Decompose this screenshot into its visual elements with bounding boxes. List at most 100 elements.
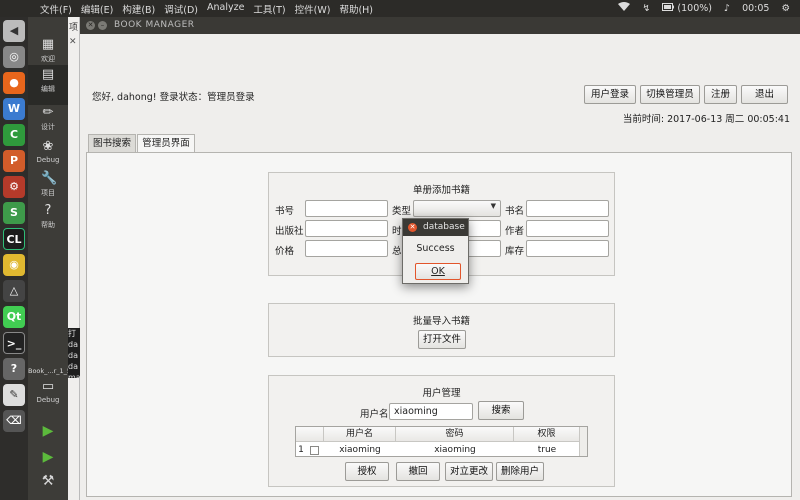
time-label: 时 <box>392 226 402 237</box>
column-header-permission[interactable]: 权限 <box>514 427 580 442</box>
menu-debug[interactable]: 调试(D) <box>164 2 198 16</box>
menu-tools[interactable]: 工具(T) <box>253 2 285 16</box>
add-book-title: 单册添加书籍 <box>412 185 470 196</box>
user-table[interactable]: 用户名 密码 权限 1 xiaoming xiaoming true <box>295 426 588 457</box>
project-name: Book_...r_1_5 <box>28 367 68 375</box>
user-management-group: 用户管理 用户名 xiaoming 搜索 用户名 密码 权限 1 xiaomin… <box>268 375 615 487</box>
register-button[interactable]: 注册 <box>704 85 737 104</box>
clion-icon[interactable]: CL <box>3 228 25 250</box>
exit-button[interactable]: 退出 <box>741 85 788 104</box>
cell-username[interactable]: xiaoming <box>324 443 396 456</box>
mode-label: Debug <box>36 156 60 164</box>
software-icon[interactable]: S <box>3 202 25 224</box>
dialog-message: Success <box>416 243 455 254</box>
mode-help[interactable]: ? 帮助 <box>28 201 68 241</box>
editor-icon[interactable]: ✎ <box>3 384 25 406</box>
mode-label: 设计 <box>41 123 55 131</box>
table-scrollbar[interactable] <box>579 427 587 456</box>
isbn-label: 书号 <box>275 206 295 217</box>
chevron-down-icon: ▼ <box>490 202 496 210</box>
volume-icon[interactable]: ♪ <box>724 3 730 14</box>
run-icon[interactable]: ▶ <box>36 423 60 445</box>
menu-widgets[interactable]: 控件(W) <box>295 2 331 16</box>
debug-run-icon[interactable]: ▶ <box>36 449 60 471</box>
open-file-button[interactable]: 打开文件 <box>418 330 466 349</box>
question-icon: ? <box>44 203 52 218</box>
book-name-field[interactable] <box>526 200 609 217</box>
user-login-button[interactable]: 用户登录 <box>584 85 636 104</box>
clock[interactable]: 00:05 <box>742 3 769 14</box>
cell-permission[interactable]: true <box>514 443 580 456</box>
panel-close-icon[interactable]: ✕ <box>69 37 77 47</box>
output-line: 打 <box>68 329 76 338</box>
price-field[interactable] <box>305 240 388 257</box>
impress-icon[interactable]: P <box>3 150 25 172</box>
window-title: BOOK MANAGER <box>114 20 195 30</box>
column-header-password[interactable]: 密码 <box>396 427 514 442</box>
panel-label: 项 <box>69 23 79 33</box>
writer-icon[interactable]: W <box>3 98 25 120</box>
help-icon[interactable]: ? <box>3 358 25 380</box>
menu-file[interactable]: 文件(F) <box>40 2 72 16</box>
firefox-icon[interactable]: ● <box>3 72 25 94</box>
apply-changes-button[interactable]: 对立更改 <box>445 462 493 481</box>
dash-icon[interactable]: ◀ <box>3 20 25 42</box>
delete-user-button[interactable]: 删除用户 <box>496 462 544 481</box>
bluetooth-icon[interactable]: ↯ <box>642 3 650 14</box>
launcher: ◀ ◎ ● W C P ⚙ S CL ◉ △ Qt >_ ? ✎ ⌫ <box>0 17 28 500</box>
grant-button[interactable]: 授权 <box>345 462 389 481</box>
column-header-username[interactable]: 用户名 <box>324 427 396 442</box>
menu-build[interactable]: 构建(B) <box>122 2 155 16</box>
revoke-button[interactable]: 撤回 <box>396 462 440 481</box>
chrome-icon[interactable]: ◉ <box>3 254 25 276</box>
output-line: da <box>68 340 78 349</box>
terminal-icon[interactable]: >_ <box>3 332 25 354</box>
price-label: 价格 <box>275 246 295 257</box>
system-menubar: 文件(F) 编辑(E) 构建(B) 调试(D) Analyze 工具(T) 控件… <box>0 0 800 17</box>
table-corner <box>296 427 324 442</box>
menu-analyze[interactable]: Analyze <box>207 2 244 16</box>
unity-icon[interactable]: △ <box>3 280 25 302</box>
monitor-icon: ▭ <box>41 379 55 394</box>
tab-book-search[interactable]: 图书搜索 <box>88 134 136 152</box>
window-close-icon[interactable]: ✕ <box>86 21 95 30</box>
disk-icon[interactable]: ◎ <box>3 46 25 68</box>
tab-admin[interactable]: 管理员界面 <box>137 134 195 153</box>
app-menu: 文件(F) 编辑(E) 构建(B) 调试(D) Analyze 工具(T) 控件… <box>40 2 373 16</box>
battery-icon[interactable]: (100%) <box>662 2 712 14</box>
cell-password[interactable]: xiaoming <box>396 443 514 456</box>
project-panel: 项 ✕ <box>68 17 80 500</box>
username-search-input[interactable]: xiaoming <box>389 403 473 420</box>
mode-edit[interactable]: ▤ 编辑 <box>28 65 68 105</box>
search-user-button[interactable]: 搜索 <box>478 401 524 420</box>
database-dialog: database ✕ Success OK <box>402 218 469 284</box>
publisher-label: 出版社 <box>275 226 304 237</box>
document-icon: ▤ <box>41 67 55 82</box>
power-gear-icon[interactable]: ⚙ <box>781 3 790 14</box>
battery-percent: (100%) <box>677 2 712 14</box>
network-icon[interactable] <box>618 2 631 14</box>
switch-admin-button[interactable]: 切换管理员 <box>640 85 700 104</box>
qtcreator-icon[interactable]: Qt <box>3 306 25 328</box>
menu-help[interactable]: 帮助(H) <box>339 2 373 16</box>
mode-label: 欢迎 <box>41 55 55 63</box>
author-field[interactable] <box>526 220 609 237</box>
ok-button[interactable]: OK <box>415 263 461 280</box>
type-select[interactable]: ▼ <box>413 200 501 217</box>
menu-edit[interactable]: 编辑(E) <box>81 2 113 16</box>
stock-field[interactable] <box>526 240 609 257</box>
calc-icon[interactable]: C <box>3 124 25 146</box>
row-checkbox[interactable] <box>310 446 319 455</box>
isbn-field[interactable] <box>305 200 388 217</box>
publisher-field[interactable] <box>305 220 388 237</box>
kit-selector[interactable]: ▭ Debug <box>28 377 68 417</box>
grid-icon: ▦ <box>41 37 55 52</box>
dialog-close-icon[interactable]: ✕ <box>408 223 417 232</box>
username-label: 用户名 <box>360 409 389 420</box>
window-minimize-icon[interactable]: – <box>98 21 107 30</box>
settings-icon[interactable]: ⚙ <box>3 176 25 198</box>
login-status: 您好, dahong! 登录状态：管理员登录 <box>92 92 255 103</box>
trash-icon[interactable]: ⌫ <box>3 410 25 432</box>
mode-label: 帮助 <box>41 221 55 229</box>
build-hammer-icon[interactable]: ⚒ <box>36 473 60 495</box>
